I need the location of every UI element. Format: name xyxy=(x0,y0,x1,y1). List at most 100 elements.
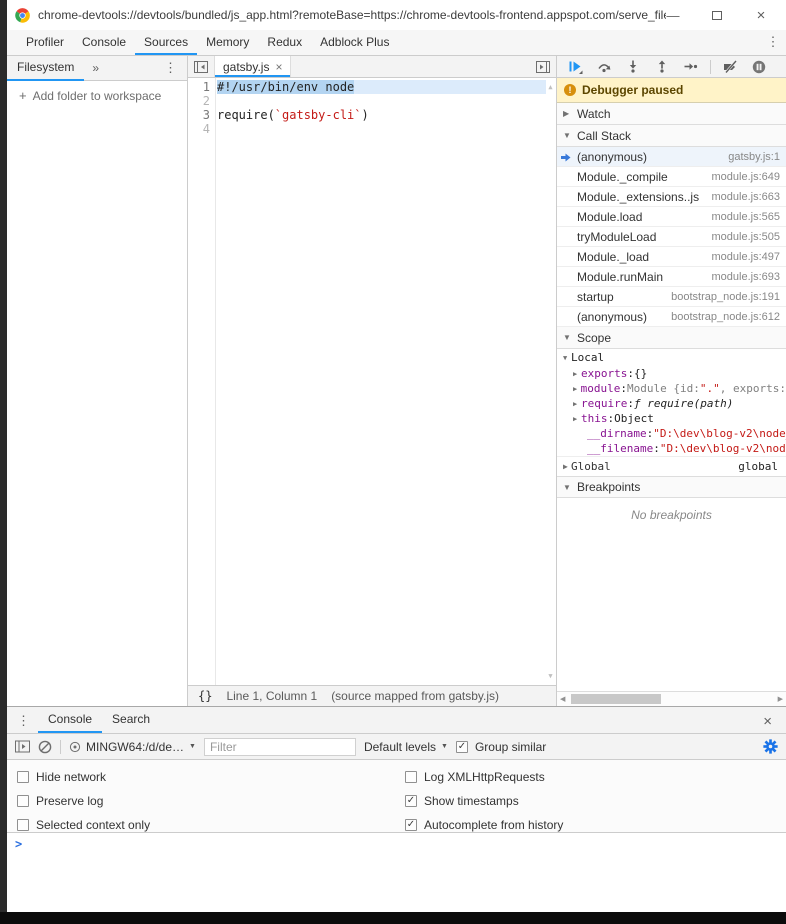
scroll-down-icon[interactable]: ▼ xyxy=(548,669,552,683)
scope-prop-require[interactable]: ▶ require: ƒ require(path) xyxy=(557,396,786,411)
scope-prop-this[interactable]: ▶ this: Object xyxy=(557,411,786,426)
scope-prop-module[interactable]: ▶ module: Module {id: ".", exports: xyxy=(557,381,786,396)
breakpoints-section-header[interactable]: ▼ Breakpoints xyxy=(557,476,786,498)
collapsed-arrow-icon: ▶ xyxy=(563,462,571,471)
maximize-button[interactable] xyxy=(710,8,724,22)
expanded-arrow-icon: ▼ xyxy=(563,333,571,342)
tab-profiler[interactable]: Profiler xyxy=(17,30,73,55)
checkbox-mark: ✓ xyxy=(456,741,468,753)
line-number-gutter[interactable]: 1 2 3 4 xyxy=(188,78,216,685)
tab-filesystem[interactable]: Filesystem xyxy=(7,56,84,81)
group-similar-checkbox[interactable]: ✓ Group similar xyxy=(456,740,546,754)
template-string: `gatsby-cli` xyxy=(275,108,362,122)
callstack-frame[interactable]: Module.runMainmodule.js:693 xyxy=(557,267,786,287)
callstack-section-header[interactable]: ▼ Call Stack xyxy=(557,125,786,147)
scope-prop-exports[interactable]: ▶ exports: {} xyxy=(557,366,786,381)
collapsed-arrow-icon: ▶ xyxy=(573,385,581,393)
maximize-icon xyxy=(712,11,722,20)
log-levels-dropdown[interactable]: Default levels ▼ xyxy=(364,740,448,754)
scope-global-row[interactable]: ▶ Global global xyxy=(557,456,786,476)
code-line-3: require(`gatsby-cli`) xyxy=(217,108,546,122)
scroll-left-icon[interactable]: ◀ xyxy=(557,695,568,703)
hide-network-checkbox[interactable]: Hide network xyxy=(17,765,150,789)
autocomplete-from-history-checkbox[interactable]: ✓Autocomplete from history xyxy=(405,813,563,837)
callstack-frame[interactable]: startupbootstrap_node.js:191 xyxy=(557,287,786,307)
close-button[interactable]: × xyxy=(754,8,768,22)
step-over-icon[interactable] xyxy=(592,58,616,76)
add-folder-label: Add folder to workspace xyxy=(33,89,162,103)
step-icon[interactable] xyxy=(679,58,703,76)
show-console-sidebar-icon[interactable] xyxy=(15,740,30,753)
tab-sources[interactable]: Sources xyxy=(135,30,197,55)
scroll-right-icon[interactable]: ▶ xyxy=(775,695,786,703)
chrome-logo-icon xyxy=(15,8,30,23)
resume-button[interactable] xyxy=(563,58,587,76)
no-breakpoints-message: No breakpoints xyxy=(557,498,786,522)
tab-console[interactable]: Console xyxy=(73,30,135,55)
editor-vertical-scrollbar[interactable]: ▲ ▼ xyxy=(546,80,555,683)
prompt-chevron-icon: > xyxy=(15,837,22,908)
selected-context-only-checkbox[interactable]: Selected context only xyxy=(17,813,150,837)
devtools-main-tabbar: Profiler Console Sources Memory Redux Ad… xyxy=(7,30,786,56)
step-out-icon[interactable] xyxy=(650,58,674,76)
scrollbar-thumb[interactable] xyxy=(571,694,661,704)
editor-tab-label: gatsby.js xyxy=(223,60,269,74)
show-timestamps-checkbox[interactable]: ✓Show timestamps xyxy=(405,789,563,813)
navigator-kebab-icon[interactable]: ⋮ xyxy=(154,60,187,76)
execution-context-selector[interactable]: MINGW64:/d/de… ▼ xyxy=(69,740,196,754)
add-folder-button[interactable]: + Add folder to workspace xyxy=(7,81,187,110)
callstack-frame[interactable]: (anonymous) gatsby.js:1 xyxy=(557,147,786,167)
deactivate-breakpoints-icon[interactable] xyxy=(718,58,742,76)
log-xmlhttprequests-checkbox[interactable]: Log XMLHttpRequests xyxy=(405,765,563,789)
tab-adblock-plus[interactable]: Adblock Plus xyxy=(311,30,398,55)
scope-local-row[interactable]: ▼ Local xyxy=(557,349,786,366)
close-tab-icon[interactable]: × xyxy=(275,60,282,74)
drawer-tab-console[interactable]: Console xyxy=(38,707,102,733)
editor-tab-gatsby-js[interactable]: gatsby.js × xyxy=(214,56,291,77)
pause-on-exceptions-icon[interactable] xyxy=(747,58,771,76)
code-editor[interactable]: 1 2 3 4 #!/usr/bin/env node require(`gat… xyxy=(188,78,556,685)
checkbox-mark xyxy=(17,795,29,807)
console-drawer: ⋮ Console Search × xyxy=(7,706,786,912)
clear-console-icon[interactable] xyxy=(38,740,52,754)
current-frame-arrow-icon xyxy=(561,153,571,162)
checkbox-mark xyxy=(405,771,417,783)
checkbox-mark xyxy=(17,771,29,783)
console-settings-gear-icon[interactable] xyxy=(763,739,778,754)
console-settings-panel: Hide network Preserve log Selected conte… xyxy=(7,760,786,833)
navigator-sidebar: Filesystem » ⋮ + Add folder to workspace xyxy=(7,56,188,706)
callstack-frame[interactable]: Module._compilemodule.js:649 xyxy=(557,167,786,187)
editor-tabbar: gatsby.js × xyxy=(188,56,556,78)
editor-status-bar: {} Line 1, Column 1 (source mapped from … xyxy=(188,685,556,706)
hide-navigator-icon[interactable] xyxy=(188,56,214,77)
callstack-frame[interactable]: Module._loadmodule.js:497 xyxy=(557,247,786,267)
callstack-frame[interactable]: (anonymous)bootstrap_node.js:612 xyxy=(557,307,786,327)
callstack-frame[interactable]: Module._extensions..jsmodule.js:663 xyxy=(557,187,786,207)
scroll-up-icon[interactable]: ▲ xyxy=(548,80,552,94)
tab-memory[interactable]: Memory xyxy=(197,30,258,55)
watch-section-header[interactable]: ▶ Watch xyxy=(557,103,786,125)
callstack-frame[interactable]: tryModuleLoadmodule.js:505 xyxy=(557,227,786,247)
more-tabs-icon[interactable]: » xyxy=(84,61,107,75)
console-filter-input[interactable] xyxy=(204,738,356,756)
debugger-horizontal-scrollbar[interactable]: ◀ ▶ xyxy=(557,691,786,706)
tab-redux[interactable]: Redux xyxy=(258,30,311,55)
show-debugger-panel-icon[interactable] xyxy=(530,56,556,77)
console-prompt[interactable]: > xyxy=(7,833,786,912)
console-toolbar: MINGW64:/d/de… ▼ Default levels ▼ ✓ Grou… xyxy=(7,734,786,760)
drawer-kebab-icon[interactable]: ⋮ xyxy=(15,713,38,733)
watch-label: Watch xyxy=(577,107,611,121)
expanded-arrow-icon: ▼ xyxy=(563,483,571,492)
info-icon: ! xyxy=(564,84,576,96)
pretty-print-button[interactable]: {} xyxy=(198,689,212,703)
main-menu-kebab-icon[interactable]: ⋮ xyxy=(760,30,786,55)
minimize-button[interactable]: — xyxy=(666,8,680,22)
drawer-tab-search[interactable]: Search xyxy=(102,707,160,733)
preserve-log-checkbox[interactable]: Preserve log xyxy=(17,789,150,813)
scope-section-header[interactable]: ▼ Scope xyxy=(557,327,786,349)
debugger-paused-label: Debugger paused xyxy=(582,83,683,97)
line-number: 1 xyxy=(188,80,210,94)
step-into-icon[interactable] xyxy=(621,58,645,76)
close-drawer-icon[interactable]: × xyxy=(757,713,778,733)
callstack-frame[interactable]: Module.loadmodule.js:565 xyxy=(557,207,786,227)
